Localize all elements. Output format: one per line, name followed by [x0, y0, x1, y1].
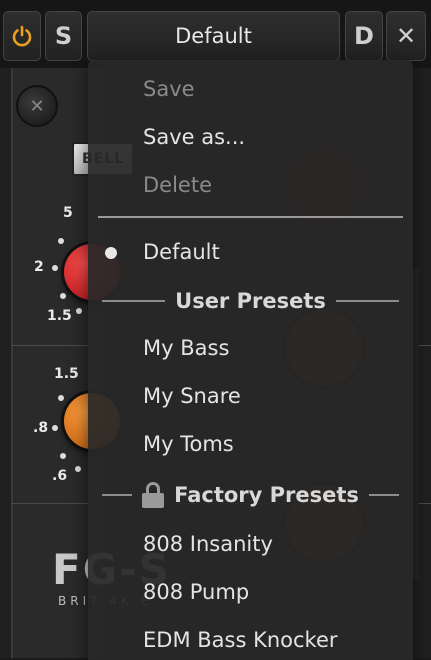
scale-dot — [76, 308, 82, 314]
panel-edge — [412, 268, 419, 580]
scale-dot — [75, 466, 81, 472]
d-button[interactable]: D — [345, 11, 383, 61]
solo-button[interactable]: S — [45, 11, 82, 61]
section-line — [102, 494, 133, 496]
toolbar: S Default D ✕ — [0, 0, 431, 68]
menu-item-user-preset[interactable]: My Toms — [143, 432, 234, 456]
screw-icon: ✕ — [16, 85, 58, 127]
section-line — [335, 300, 400, 302]
scale-label: .6 — [52, 468, 68, 484]
section-header-factory-presets: Factory Presets — [102, 481, 400, 509]
menu-item-delete[interactable]: Delete — [143, 173, 212, 197]
selected-indicator-icon — [105, 247, 117, 259]
section-label: User Presets — [175, 289, 326, 313]
menu-item-default[interactable]: Default — [143, 240, 220, 264]
close-button[interactable]: ✕ — [386, 11, 426, 61]
scale-dot — [60, 293, 66, 299]
section-line — [368, 494, 400, 496]
scale-label: .8 — [33, 420, 49, 436]
menu-item-user-preset[interactable]: My Snare — [143, 384, 241, 408]
scale-label: 2 — [34, 259, 44, 275]
section-label: Factory Presets — [174, 483, 359, 507]
menu-item-user-preset[interactable]: My Bass — [143, 336, 229, 360]
scale-label: 1.5 — [47, 308, 72, 324]
scale-dot — [60, 453, 66, 459]
menu-item-factory-preset[interactable]: EDM Bass Knocker — [143, 628, 338, 652]
menu-item-save[interactable]: Save — [143, 77, 195, 101]
preset-selector[interactable]: Default — [87, 11, 340, 61]
scale-dot — [58, 395, 64, 401]
close-icon: ✕ — [395, 22, 417, 50]
preset-menu: Save Save as... Delete Default User Pres… — [88, 60, 413, 660]
power-icon — [12, 25, 32, 47]
scale-dot — [52, 265, 58, 271]
scale-dot — [52, 425, 58, 431]
scale-dot — [58, 238, 64, 244]
menu-item-factory-preset[interactable]: 808 Insanity — [143, 532, 273, 556]
lock-icon — [142, 482, 165, 508]
scale-label: 1.5 — [54, 366, 79, 382]
menu-item-save-as[interactable]: Save as... — [143, 125, 245, 149]
scale-label: 5 — [63, 205, 73, 221]
section-header-user-presets: User Presets — [102, 287, 400, 315]
menu-separator — [98, 216, 403, 218]
power-button[interactable] — [3, 11, 41, 61]
menu-item-factory-preset[interactable]: 808 Pump — [143, 580, 249, 604]
section-line — [102, 300, 166, 302]
